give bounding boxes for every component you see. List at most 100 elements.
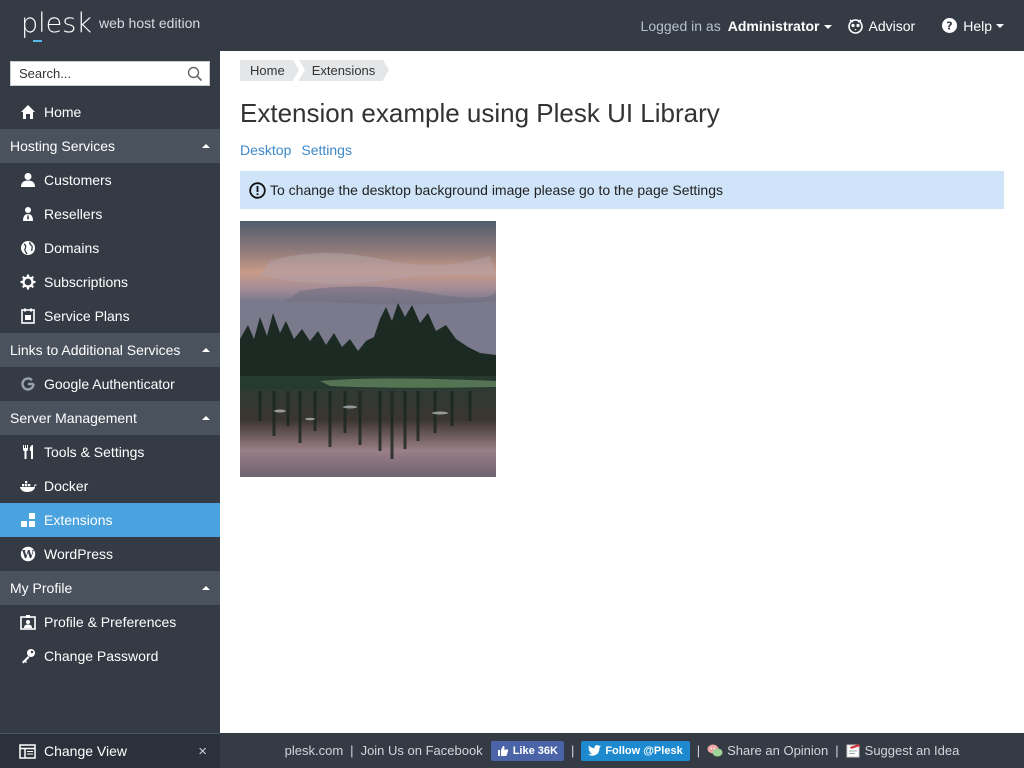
close-icon[interactable]: × xyxy=(198,743,207,760)
sidebar-item-domains[interactable]: Domains xyxy=(0,231,220,265)
desktop-background-image xyxy=(240,221,496,477)
sidebar-item-label: WordPress xyxy=(44,546,113,562)
sidebar-item-change-password[interactable]: Change Password xyxy=(0,639,220,673)
user-icon xyxy=(19,171,37,189)
idea-note-icon xyxy=(846,744,860,758)
nav-group-server[interactable]: Server Management xyxy=(0,401,220,435)
profile-card-icon xyxy=(19,613,37,631)
breadcrumb-extensions[interactable]: Extensions xyxy=(298,60,389,81)
breadcrumb-home[interactable]: Home xyxy=(240,60,299,81)
key-icon xyxy=(19,647,37,665)
sidebar-item-label: Resellers xyxy=(44,206,103,222)
sidebar-nav: Home Hosting Services Customers Reseller… xyxy=(0,95,220,673)
docker-icon xyxy=(19,477,37,495)
sidebar-item-wordpress[interactable]: W WordPress xyxy=(0,537,220,571)
facebook-like-button[interactable]: Like 36K xyxy=(490,740,564,761)
suggest-idea-label: Suggest an Idea xyxy=(864,743,960,758)
sidebar: Home Hosting Services Customers Reseller… xyxy=(0,51,220,768)
nav-group-label: Server Management xyxy=(10,410,137,426)
extensions-icon xyxy=(19,511,37,529)
tab-settings[interactable]: Settings xyxy=(301,142,352,158)
search-box xyxy=(10,61,210,86)
sidebar-item-label: Change Password xyxy=(44,648,159,664)
share-opinion-label: Share an Opinion xyxy=(727,743,829,758)
sidebar-item-label: Tools & Settings xyxy=(44,444,145,460)
search-input[interactable] xyxy=(11,62,181,85)
page-tabs: Desktop Settings xyxy=(240,142,352,158)
change-view-button[interactable]: Change View × xyxy=(0,733,220,768)
sidebar-item-profile-preferences[interactable]: Profile & Preferences xyxy=(0,605,220,639)
nav-group-links[interactable]: Links to Additional Services xyxy=(0,333,220,367)
footer: plesk.com | Join Us on Facebook Like 36K… xyxy=(220,733,1024,768)
sidebar-item-customers[interactable]: Customers xyxy=(0,163,220,197)
logged-in-label: Logged in as xyxy=(640,17,721,34)
sidebar-item-label: Subscriptions xyxy=(44,274,129,290)
search-icon[interactable] xyxy=(187,66,203,85)
sidebar-item-service-plans[interactable]: Service Plans xyxy=(0,299,220,333)
advisor-button[interactable]: Advisor xyxy=(847,18,915,34)
facebook-like-label: Like 36K xyxy=(512,744,558,757)
share-opinion-link[interactable]: Share an Opinion xyxy=(707,743,828,758)
twitter-follow-button[interactable]: Follow @Plesk xyxy=(581,740,690,761)
svg-text:?: ? xyxy=(947,20,953,33)
nav-group-profile[interactable]: My Profile xyxy=(0,571,220,605)
page-title: Extension example using Plesk UI Library xyxy=(240,98,720,128)
logo-edition: web host edition xyxy=(98,15,201,31)
footer-facebook-link[interactable]: Join Us on Facebook xyxy=(361,743,483,758)
plesk-logo[interactable]: plesk web host edition xyxy=(21,8,201,42)
calendar-icon xyxy=(19,307,37,325)
reseller-icon xyxy=(19,205,37,223)
suggest-idea-link[interactable]: Suggest an Idea xyxy=(846,743,960,758)
tab-desktop[interactable]: Desktop xyxy=(240,142,291,158)
sidebar-item-resellers[interactable]: Resellers xyxy=(0,197,220,231)
change-view-label: Change View xyxy=(44,743,128,759)
chevron-down-icon xyxy=(996,23,1004,28)
sidebar-item-subscriptions[interactable]: Subscriptions xyxy=(0,265,220,299)
info-message: To change the desktop background image p… xyxy=(240,171,1004,209)
sidebar-item-label: Extensions xyxy=(44,512,113,528)
sidebar-item-google-authenticator[interactable]: Google Authenticator xyxy=(0,367,220,401)
nav-group-hosting[interactable]: Hosting Services xyxy=(0,129,220,163)
breadcrumb: Home Extensions xyxy=(240,60,389,81)
footer-separator: | xyxy=(570,743,575,758)
question-icon: ? xyxy=(942,18,958,33)
globe-icon xyxy=(19,239,37,257)
collapse-caret-icon xyxy=(202,348,210,352)
sidebar-item-label: Docker xyxy=(44,478,89,494)
sidebar-item-extensions[interactable]: Extensions xyxy=(0,503,220,537)
nav-group-label: Links to Additional Services xyxy=(10,342,181,358)
layout-icon xyxy=(19,743,36,759)
chevron-down-icon xyxy=(823,24,832,29)
footer-separator: | xyxy=(696,743,701,758)
tools-icon xyxy=(19,443,37,461)
user-menu[interactable]: Administrator xyxy=(728,18,832,34)
footer-separator: | xyxy=(835,743,839,758)
sidebar-item-label: Service Plans xyxy=(44,308,130,324)
collapse-caret-icon xyxy=(202,144,210,148)
footer-plesk-link[interactable]: plesk.com xyxy=(285,743,344,758)
sidebar-item-label: Profile & Preferences xyxy=(44,614,177,630)
sidebar-item-label: Domains xyxy=(44,240,100,256)
wordpress-icon: W xyxy=(19,545,37,563)
home-icon xyxy=(19,103,37,121)
svg-text:W: W xyxy=(21,548,35,561)
info-icon xyxy=(249,181,266,199)
collapse-caret-icon xyxy=(202,416,210,420)
top-bar: plesk web host edition Logged in as Admi… xyxy=(0,0,1024,51)
twitter-follow-label: Follow @Plesk xyxy=(605,744,683,757)
gear-icon xyxy=(19,273,37,291)
sidebar-item-label: Customers xyxy=(44,172,112,188)
collapse-caret-icon xyxy=(202,586,210,590)
nav-group-label: My Profile xyxy=(10,580,73,596)
owl-icon xyxy=(847,18,863,34)
footer-separator: | xyxy=(350,743,354,758)
sidebar-item-label: Google Authenticator xyxy=(44,376,175,392)
logo-word: plesk xyxy=(21,8,92,42)
sidebar-item-tools-settings[interactable]: Tools & Settings xyxy=(0,435,220,469)
sidebar-item-home[interactable]: Home xyxy=(0,95,220,129)
top-right-menu: Logged in as Administrator Advisor ? Hel… xyxy=(641,0,1004,51)
sidebar-item-docker[interactable]: Docker xyxy=(0,469,220,503)
twitter-bird-icon xyxy=(588,745,602,756)
help-menu[interactable]: ? Help xyxy=(942,18,1004,34)
user-name: Administrator xyxy=(727,17,820,34)
